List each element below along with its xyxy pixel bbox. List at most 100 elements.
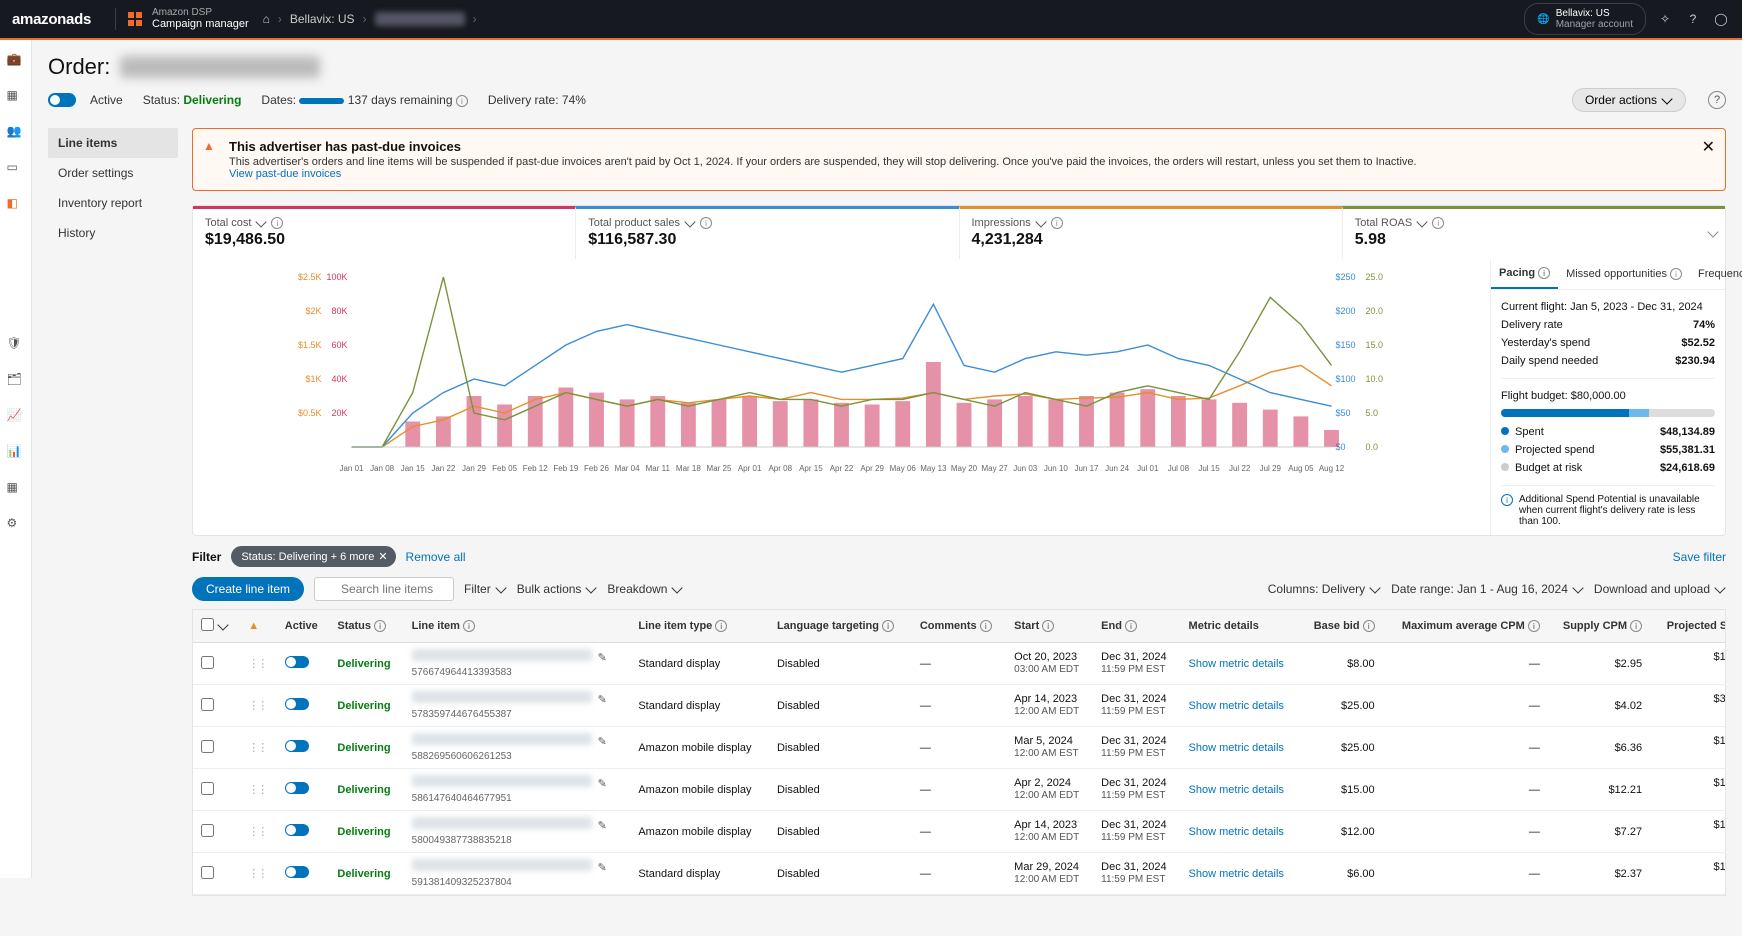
info-icon[interactable]: i xyxy=(374,620,386,632)
gear-icon[interactable]: ⚙ xyxy=(7,516,25,534)
pencil-icon[interactable]: ✎ xyxy=(598,862,607,874)
show-metric-details-link[interactable]: Show metric details xyxy=(1189,742,1284,754)
row-checkbox[interactable] xyxy=(201,866,214,879)
grid-icon[interactable]: ▦ xyxy=(7,88,25,106)
nav-inventory-report[interactable]: Inventory report xyxy=(48,188,178,218)
tile-total-cost[interactable]: Total costi $19,486.50 xyxy=(193,206,575,259)
order-actions-button[interactable]: Order actions xyxy=(1572,88,1686,112)
shield-icon[interactable]: 🛡 xyxy=(7,336,25,354)
profile-icon[interactable]: ◯ xyxy=(1712,10,1730,28)
info-icon[interactable]: i xyxy=(456,95,468,107)
download-dropdown[interactable]: Download and upload xyxy=(1594,582,1726,596)
row-checkbox[interactable] xyxy=(201,740,214,753)
account-switcher[interactable]: 🌐 Bellavix: US Manager account xyxy=(1524,3,1646,35)
row-line-item[interactable]: ✎578359744676455387 xyxy=(404,685,631,727)
daterange-dropdown[interactable]: Date range: Jan 1 - Aug 16, 2024 xyxy=(1391,582,1584,596)
row-line-item[interactable]: ✎588269560606261253 xyxy=(404,727,631,769)
show-metric-details-link[interactable]: Show metric details xyxy=(1189,658,1284,670)
search-input[interactable] xyxy=(314,577,454,601)
row-active-toggle[interactable] xyxy=(285,740,309,752)
row-active-toggle[interactable] xyxy=(285,866,309,878)
row-checkbox[interactable] xyxy=(201,656,214,669)
pencil-icon[interactable]: ✎ xyxy=(598,652,607,664)
info-icon[interactable]: i xyxy=(1630,620,1642,632)
remove-all-link[interactable]: Remove all xyxy=(406,550,466,564)
info-icon[interactable]: i xyxy=(980,620,992,632)
apps2-icon[interactable]: ▦ xyxy=(7,480,25,498)
info-icon[interactable]: i xyxy=(1670,268,1682,280)
dsp-icon[interactable]: ◧ xyxy=(7,196,25,214)
info-icon[interactable]: i xyxy=(1432,217,1444,229)
pencil-icon[interactable]: ✎ xyxy=(598,778,607,790)
help-icon[interactable]: ? xyxy=(1684,10,1702,28)
alert-link[interactable]: View past-due invoices xyxy=(229,168,1695,180)
bars-icon[interactable]: 📊 xyxy=(7,444,25,462)
users-icon[interactable]: 👥 xyxy=(7,124,25,142)
tab-pacing[interactable]: Pacingi xyxy=(1491,259,1558,289)
show-metric-details-link[interactable]: Show metric details xyxy=(1189,826,1284,838)
briefcase-icon[interactable]: 💼 xyxy=(7,52,25,70)
expand-icon[interactable] xyxy=(1707,227,1719,241)
pencil-icon[interactable]: ✎ xyxy=(598,736,607,748)
info-icon[interactable]: i xyxy=(1528,620,1540,632)
row-line-item[interactable]: ✎591381409325237804 xyxy=(404,853,631,895)
filter-dropdown[interactable]: Filter xyxy=(464,582,507,596)
row-line-item[interactable]: ✎586147640464677951 xyxy=(404,769,631,811)
row-active-toggle[interactable] xyxy=(285,698,309,710)
drag-handle-icon[interactable]: ⋮⋮ xyxy=(248,784,266,796)
chevron-down-icon[interactable] xyxy=(217,619,228,630)
apps-icon[interactable] xyxy=(126,10,144,28)
breakdown-dropdown[interactable]: Breakdown xyxy=(607,582,683,596)
tile-total-sales[interactable]: Total product salesi $116,587.30 xyxy=(575,206,958,259)
nav-line-items[interactable]: Line items xyxy=(48,128,178,158)
drag-handle-icon[interactable]: ⋮⋮ xyxy=(248,742,266,754)
row-active-toggle[interactable] xyxy=(285,782,309,794)
columns-dropdown[interactable]: Columns: Delivery xyxy=(1268,582,1381,596)
info-icon[interactable]: i xyxy=(1042,620,1054,632)
tab-frequency[interactable]: Frequency cap xyxy=(1690,259,1742,289)
card-icon[interactable]: ▭ xyxy=(7,160,25,178)
row-checkbox[interactable] xyxy=(201,698,214,711)
nav-order-settings[interactable]: Order settings xyxy=(48,158,178,188)
bulk-actions-dropdown[interactable]: Bulk actions xyxy=(517,582,598,596)
home-icon[interactable]: ⌂ xyxy=(263,12,270,26)
drag-handle-icon[interactable]: ⋮⋮ xyxy=(248,658,266,670)
select-all-checkbox[interactable] xyxy=(201,618,214,631)
row-line-item[interactable]: ✎580049387738835218 xyxy=(404,811,631,853)
info-icon[interactable]: i xyxy=(1538,267,1550,279)
drag-handle-icon[interactable]: ⋮⋮ xyxy=(248,868,266,880)
row-line-item[interactable]: ✎576674964413393583 xyxy=(404,643,631,685)
show-metric-details-link[interactable]: Show metric details xyxy=(1189,700,1284,712)
info-icon[interactable]: i xyxy=(882,620,894,632)
rocket-icon[interactable]: ✧ xyxy=(1656,10,1674,28)
breadcrumb-entity[interactable]: Bellavix: US xyxy=(290,12,355,26)
save-filter-link[interactable]: Save filter xyxy=(1673,550,1726,564)
collection-icon[interactable]: 🗂 xyxy=(7,372,25,390)
tab-missed[interactable]: Missed opportunitiesi xyxy=(1558,259,1690,289)
row-checkbox[interactable] xyxy=(201,782,214,795)
close-icon[interactable]: ✕ xyxy=(1702,137,1715,157)
tile-roas[interactable]: Total ROASi 5.98 xyxy=(1342,206,1725,259)
info-icon[interactable]: i xyxy=(271,217,283,229)
create-line-item-button[interactable]: Create line item xyxy=(192,577,304,601)
info-icon[interactable]: i xyxy=(700,217,712,229)
pencil-icon[interactable]: ✎ xyxy=(598,820,607,832)
info-icon[interactable]: i xyxy=(1125,620,1137,632)
breadcrumb-advertiser[interactable] xyxy=(375,12,465,26)
trend-icon[interactable]: 📈 xyxy=(7,408,25,426)
info-icon[interactable]: i xyxy=(1363,620,1375,632)
show-metric-details-link[interactable]: Show metric details xyxy=(1189,784,1284,796)
nav-history[interactable]: History xyxy=(48,218,178,248)
drag-handle-icon[interactable]: ⋮⋮ xyxy=(248,700,266,712)
row-active-toggle[interactable] xyxy=(285,656,309,668)
row-checkbox[interactable] xyxy=(201,824,214,837)
help-icon[interactable]: ? xyxy=(1708,91,1726,109)
close-icon[interactable]: ✕ xyxy=(378,550,387,563)
info-icon[interactable]: i xyxy=(463,620,475,632)
tile-impressions[interactable]: Impressionsi 4,231,284 xyxy=(959,206,1342,259)
info-icon[interactable]: i xyxy=(1051,217,1063,229)
pencil-icon[interactable]: ✎ xyxy=(598,694,607,706)
info-icon[interactable]: i xyxy=(715,620,727,632)
drag-handle-icon[interactable]: ⋮⋮ xyxy=(248,826,266,838)
row-active-toggle[interactable] xyxy=(285,824,309,836)
